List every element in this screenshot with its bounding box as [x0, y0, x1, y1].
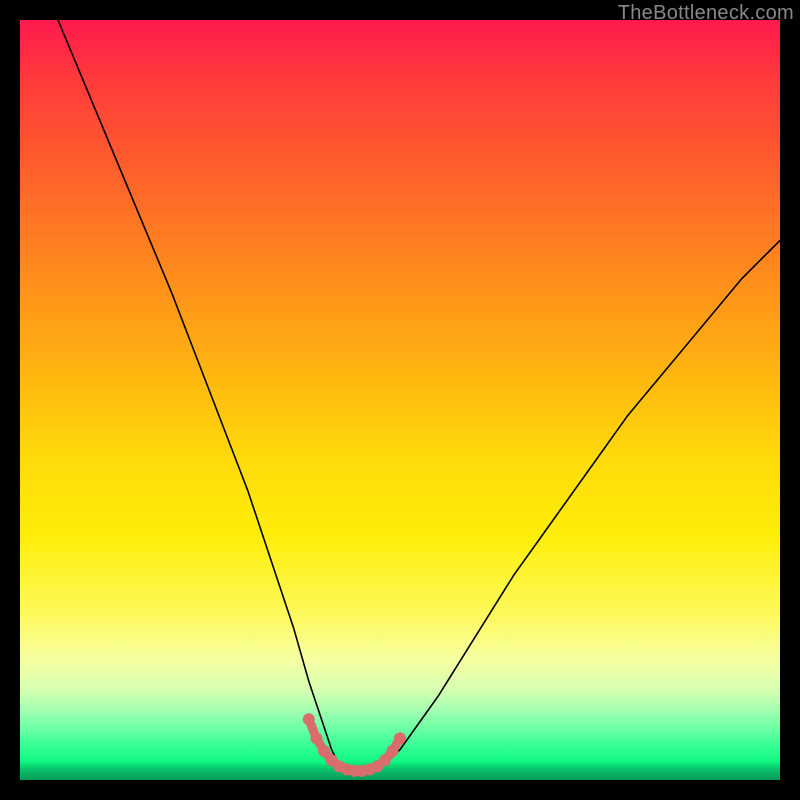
- marker-tolerance-dots: [310, 732, 322, 744]
- series-curve: [58, 20, 780, 772]
- marker-tolerance-dots: [386, 745, 398, 757]
- chart-svg: [20, 20, 780, 780]
- watermark-text: TheBottleneck.com: [618, 2, 794, 25]
- marker-tolerance-dots: [303, 713, 315, 725]
- chart-frame: TheBottleneck.com: [0, 0, 800, 800]
- marker-tolerance-dots: [394, 732, 406, 744]
- plot-area: [20, 20, 780, 780]
